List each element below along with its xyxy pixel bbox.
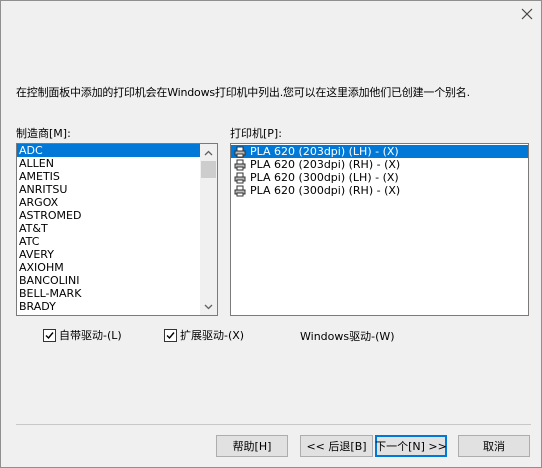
manufacturer-list[interactable]: ADC ALLEN AMETIS ANRITSU ARGOX ASTROMED AT&T AT… <box>16 143 218 316</box>
printer-item-label: PLA 620 (300dpi) (LH) - (X) <box>250 171 399 184</box>
extended-driver-label: 扩展驱动-(X) <box>180 329 245 342</box>
printer-icon <box>234 185 246 197</box>
manufacturer-item[interactable]: BANCOLINI <box>17 274 200 287</box>
builtin-driver-label: 自带驱动-(L) <box>59 329 122 342</box>
scroll-down-button[interactable] <box>200 298 217 315</box>
extended-driver-checkbox[interactable]: 扩展驱动-(X) <box>164 327 244 343</box>
back-button[interactable]: << 后退[B] <box>300 435 373 457</box>
builtin-driver-checkbox[interactable]: 自带驱动-(L) <box>43 327 122 343</box>
printer-item[interactable]: PLA 620 (300dpi) (RH) - (X) <box>231 184 528 197</box>
manufacturer-item[interactable]: ADC <box>17 144 200 157</box>
manufacturer-item[interactable]: AT&T <box>17 222 200 235</box>
close-icon <box>521 8 533 20</box>
extended-driver-box[interactable] <box>164 328 177 342</box>
next-button[interactable]: 下一个[N] >> <box>375 435 447 457</box>
checkmark-icon <box>45 331 54 339</box>
builtin-driver-box[interactable] <box>43 328 56 342</box>
scroll-up-button[interactable] <box>200 144 217 161</box>
printer-icon <box>234 172 246 184</box>
printer-item[interactable]: PLA 620 (203dpi) (RH) - (X) <box>231 158 528 171</box>
manufacturer-item[interactable]: BRADY <box>17 300 200 313</box>
printer-list[interactable]: PLA 620 (203dpi) (LH) - (X) PLA 620 (203d… <box>230 143 529 316</box>
cancel-button[interactable]: 取消 <box>458 435 530 457</box>
printer-item[interactable]: PLA 620 (203dpi) (LH) - (X) <box>231 145 528 158</box>
manufacturer-item[interactable]: ARGOX <box>17 196 200 209</box>
manufacturer-scrollbar[interactable] <box>200 144 217 315</box>
printer-item-label: PLA 620 (300dpi) (RH) - (X) <box>250 184 401 197</box>
manufacturer-item[interactable]: ALLEN <box>17 157 200 170</box>
button-separator <box>16 424 531 425</box>
manufacturer-item[interactable]: ATC <box>17 235 200 248</box>
printer-item-label: PLA 620 (203dpi) (RH) - (X) <box>250 158 401 171</box>
help-button[interactable]: 帮助[H] <box>216 435 288 457</box>
printer-item-label: PLA 620 (203dpi) (LH) - (X) <box>250 145 399 158</box>
add-printer-dialog: 在控制面板中添加的打印机会在Windows打印机中列出.您可以在这里添加他们已创… <box>0 0 542 468</box>
manufacturer-item[interactable]: AMETIS <box>17 170 200 183</box>
printer-icon <box>234 159 246 171</box>
manufacturer-item[interactable]: ANRITSU <box>17 183 200 196</box>
manufacturer-item[interactable]: AXIOHM <box>17 261 200 274</box>
checkmark-icon <box>166 331 175 339</box>
printer-icon <box>234 146 246 158</box>
manufacturer-item[interactable]: BELL-MARK <box>17 287 200 300</box>
dialog-description: 在控制面板中添加的打印机会在Windows打印机中列出.您可以在这里添加他们已创… <box>16 86 470 99</box>
printer-label: 打印机[P]: <box>230 127 282 140</box>
windows-driver-label: Windows驱动-(W) <box>300 330 395 343</box>
close-button[interactable] <box>517 4 537 24</box>
chevron-up-icon <box>204 150 213 155</box>
scroll-thumb[interactable] <box>201 161 216 178</box>
manufacturer-label: 制造商[M]: <box>16 127 71 140</box>
manufacturer-item[interactable]: ASTROMED <box>17 209 200 222</box>
printer-item[interactable]: PLA 620 (300dpi) (LH) - (X) <box>231 171 528 184</box>
chevron-down-icon <box>204 304 213 309</box>
manufacturer-item[interactable]: AVERY <box>17 248 200 261</box>
